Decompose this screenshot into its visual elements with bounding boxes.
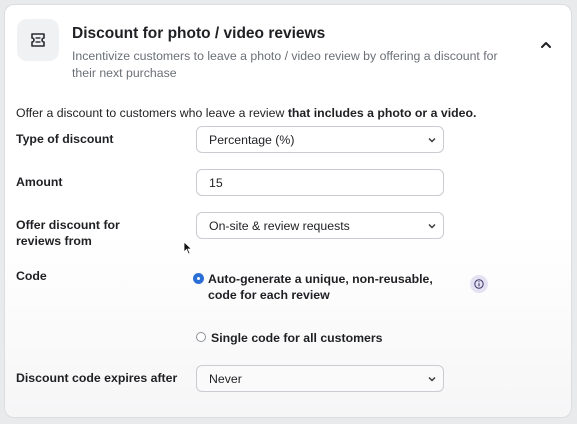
code-label: Code (16, 269, 47, 283)
amount-input[interactable]: 15 (196, 169, 444, 196)
expires-label: Discount code expires after (16, 371, 178, 385)
amount-value: 15 (209, 175, 223, 190)
radio-unselected-icon[interactable] (196, 332, 206, 342)
type-of-discount-select[interactable]: Percentage (%) (196, 126, 444, 153)
card-title: Discount for photo / video reviews (72, 25, 326, 42)
type-of-discount-label: Type of discount (16, 132, 114, 146)
chevron-down-icon (428, 137, 436, 143)
expires-select[interactable]: Never (196, 365, 444, 392)
code-option-auto[interactable]: Auto-generate a unique, non-reusable, co… (194, 271, 454, 303)
discount-settings-card: Discount for photo / video reviews Incen… (4, 4, 572, 418)
intro-text: Offer a discount to customers who leave … (16, 106, 476, 120)
info-icon[interactable] (470, 275, 488, 293)
intro-text-bold: that includes a photo or a video. (287, 106, 477, 120)
code-option-auto-label: Auto-generate a unique, non-reusable, co… (208, 272, 433, 302)
chevron-down-icon (428, 223, 436, 229)
chevron-up-icon[interactable] (538, 37, 554, 53)
mouse-cursor-icon (183, 241, 193, 255)
code-option-single-label: Single code for all customers (211, 331, 383, 345)
radio-selected-icon[interactable] (194, 274, 203, 283)
amount-label: Amount (16, 175, 63, 189)
intro-text-plain: Offer a discount to customers who leave … (16, 106, 288, 120)
reviews-from-label: Offer discount for reviews from (16, 218, 120, 248)
expires-value: Never (209, 371, 242, 386)
type-of-discount-value: Percentage (%) (209, 132, 295, 147)
ticket-icon (17, 19, 59, 61)
reviews-from-select[interactable]: On-site & review requests (196, 212, 444, 239)
card-subtitle: Incentivize customers to leave a photo /… (72, 49, 498, 80)
chevron-down-icon (428, 376, 436, 382)
reviews-from-value: On-site & review requests (209, 218, 350, 233)
code-option-single[interactable]: Single code for all customers (196, 330, 383, 346)
